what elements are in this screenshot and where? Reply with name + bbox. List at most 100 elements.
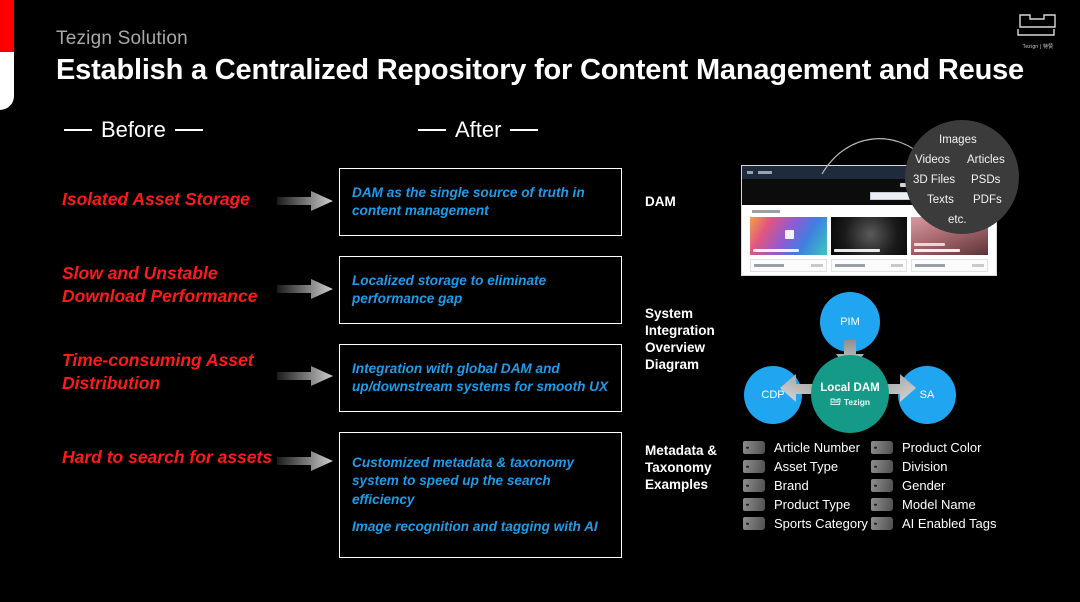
file-type-label: Texts bbox=[927, 194, 954, 206]
file-type-label: PSDs bbox=[971, 174, 1001, 186]
after-box: Integration with global DAM and up/downs… bbox=[339, 344, 622, 412]
mock-tile-caption bbox=[833, 249, 880, 252]
diagram-node-label: Local DAM bbox=[820, 381, 880, 394]
slide-canvas: Tezign Solution Establish a Centralized … bbox=[0, 0, 1080, 602]
file-type-label: etc. bbox=[948, 214, 967, 226]
rule-left-icon bbox=[64, 129, 92, 131]
mock-tile-caption bbox=[914, 243, 945, 246]
mock-tile-caption bbox=[914, 249, 961, 252]
metadata-tag-label: Division bbox=[902, 459, 948, 474]
file-type-label: PDFs bbox=[973, 194, 1002, 206]
after-box-line: Localized storage to eliminate performan… bbox=[352, 272, 547, 306]
tag-icon bbox=[743, 479, 765, 492]
diagram-node-brand: Tezign bbox=[830, 397, 870, 407]
arrow-right-icon bbox=[277, 191, 333, 211]
after-box: Localized storage to eliminate performan… bbox=[339, 256, 622, 324]
mock-card-meta bbox=[810, 264, 823, 267]
left-edge-accent bbox=[0, 0, 14, 110]
metadata-tag: Model Name bbox=[871, 497, 1043, 512]
metadata-tag-label: Article Number bbox=[774, 440, 860, 455]
metadata-tag: Sports Category bbox=[743, 516, 871, 531]
page-title: Establish a Centralized Repository for C… bbox=[56, 54, 1024, 86]
tag-icon bbox=[743, 441, 765, 454]
mock-card[interactable] bbox=[830, 259, 908, 272]
section-label-integration: System Integration Overview Diagram bbox=[645, 306, 715, 372]
mock-titlebar-item bbox=[747, 171, 753, 174]
tag-icon bbox=[743, 498, 765, 511]
mock-card-meta bbox=[891, 264, 904, 267]
slide-eyebrow: Tezign Solution bbox=[56, 28, 188, 49]
metadata-tag-label: Asset Type bbox=[774, 459, 839, 474]
metadata-tag: Gender bbox=[871, 478, 1043, 493]
after-box-line: Customized metadata & taxonomy system to… bbox=[352, 455, 575, 507]
metadata-tag-label: AI Enabled Tags bbox=[902, 516, 997, 531]
edge-accent-red bbox=[0, 0, 14, 52]
mock-card-title bbox=[915, 264, 946, 267]
tezign-logo: Tezign | 特赞 bbox=[1010, 10, 1066, 56]
after-box-line: Image recognition and tagging with AI bbox=[352, 518, 598, 534]
metadata-tag: Product Color bbox=[871, 440, 1043, 455]
tezign-mark-icon bbox=[1017, 14, 1056, 36]
arrow-right-icon bbox=[277, 451, 333, 471]
before-item: Slow and Unstable Download Performance bbox=[62, 263, 258, 306]
metadata-tag-label: Product Color bbox=[902, 440, 982, 455]
tezign-mark-icon bbox=[830, 398, 841, 405]
file-type-label: 3D Files bbox=[913, 174, 956, 186]
mock-section-heading bbox=[752, 210, 780, 213]
tag-icon bbox=[871, 498, 893, 511]
metadata-tag-label: Product Type bbox=[774, 497, 851, 512]
tag-icon bbox=[743, 517, 765, 530]
mock-card-row bbox=[742, 255, 996, 272]
file-types-bubble: Images Videos Articles 3D Files PSDs Tex… bbox=[905, 120, 1019, 234]
rule-right-icon bbox=[510, 129, 539, 131]
mock-card[interactable] bbox=[911, 259, 989, 272]
file-type-label: Articles bbox=[967, 154, 1005, 166]
mock-card-title bbox=[834, 264, 865, 267]
column-header-before: Before bbox=[64, 117, 203, 143]
after-box-line: Integration with global DAM and up/downs… bbox=[352, 360, 609, 394]
mock-card-title bbox=[754, 264, 784, 267]
after-box: DAM as the single source of truth in con… bbox=[339, 168, 622, 236]
section-label-metadata: Metadata & Taxonomy Examples bbox=[645, 443, 718, 492]
metadata-tag-label: Sports Category bbox=[774, 516, 868, 531]
rule-left-icon bbox=[418, 129, 446, 131]
after-box-line: DAM as the single source of truth in con… bbox=[352, 184, 585, 218]
edge-accent-white bbox=[0, 52, 14, 110]
mock-tile-caption bbox=[753, 249, 799, 252]
metadata-tag: Division bbox=[871, 459, 1043, 474]
tag-icon bbox=[871, 479, 893, 492]
mock-tile[interactable] bbox=[830, 217, 908, 255]
tag-icon bbox=[871, 517, 893, 530]
mock-card[interactable] bbox=[750, 259, 827, 272]
metadata-tag: Product Type bbox=[743, 497, 871, 512]
metadata-tag-label: Model Name bbox=[902, 497, 976, 512]
mock-titlebar-item bbox=[758, 171, 772, 174]
metadata-tag-label: Brand bbox=[774, 478, 809, 493]
section-label-dam: DAM bbox=[645, 194, 676, 209]
metadata-tag: Asset Type bbox=[743, 459, 871, 474]
tag-icon bbox=[871, 441, 893, 454]
tag-icon bbox=[871, 460, 893, 473]
file-type-label: Images bbox=[939, 134, 977, 146]
tezign-wordmark: Tezign | 特赞 bbox=[1022, 44, 1054, 50]
metadata-tag: Brand bbox=[743, 478, 871, 493]
tag-icon bbox=[743, 460, 765, 473]
before-item: Time-consuming Asset Distribution bbox=[62, 350, 254, 393]
column-header-after: After bbox=[418, 117, 539, 143]
system-integration-diagram: PIM CDP SA Local DAM Tezign bbox=[738, 292, 962, 433]
before-item: Isolated Asset Storage bbox=[62, 189, 251, 209]
arrow-right-icon bbox=[277, 366, 333, 386]
after-box: Customized metadata & taxonomy system to… bbox=[339, 432, 622, 558]
metadata-tag: Article Number bbox=[743, 440, 871, 455]
diagram-node-local-dam: Local DAM Tezign bbox=[811, 355, 889, 433]
column-header-after-label: After bbox=[455, 117, 502, 142]
file-type-label: Videos bbox=[915, 154, 950, 166]
before-item: Hard to search for assets bbox=[62, 447, 273, 467]
mock-card-meta bbox=[972, 264, 985, 267]
arrow-right-icon bbox=[277, 279, 333, 299]
rule-right-icon bbox=[174, 129, 203, 131]
mock-tile[interactable] bbox=[750, 217, 827, 255]
metadata-tag: AI Enabled Tags bbox=[871, 516, 1043, 531]
diagram-node-brand-label: Tezign bbox=[843, 396, 871, 407]
metadata-tag-list: Article Number Product Color Asset Type … bbox=[743, 440, 1043, 531]
